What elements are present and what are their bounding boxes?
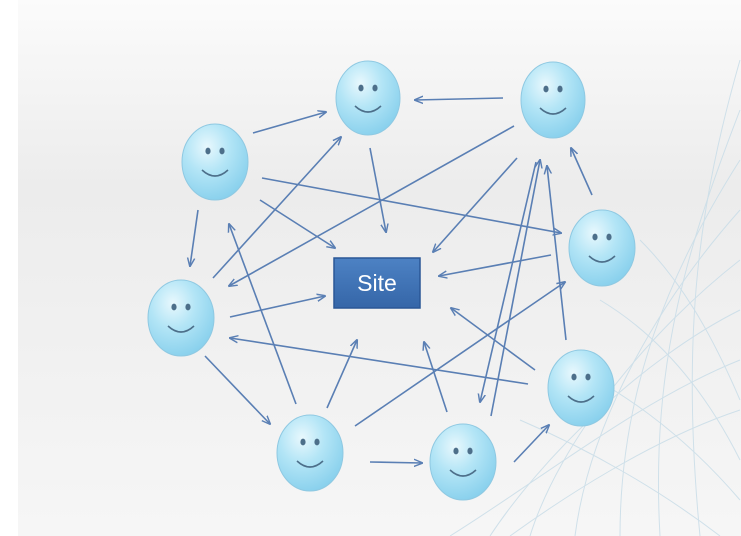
- smiley-face-icon: [547, 349, 615, 427]
- smiley-face-icon: [335, 60, 401, 136]
- smiley-face-icon: [181, 123, 249, 201]
- smiley-face-icon: [147, 279, 215, 357]
- network-diagram: [0, 0, 741, 536]
- smiley-face-icon: [568, 209, 636, 287]
- arrow: [369, 462, 422, 463]
- diagram-canvas: Site: [0, 0, 741, 536]
- site-node-box: [333, 257, 421, 309]
- smiley-face-icon: [276, 414, 344, 492]
- smiley-face-icon: [429, 423, 497, 501]
- smiley-face-icon: [520, 61, 586, 139]
